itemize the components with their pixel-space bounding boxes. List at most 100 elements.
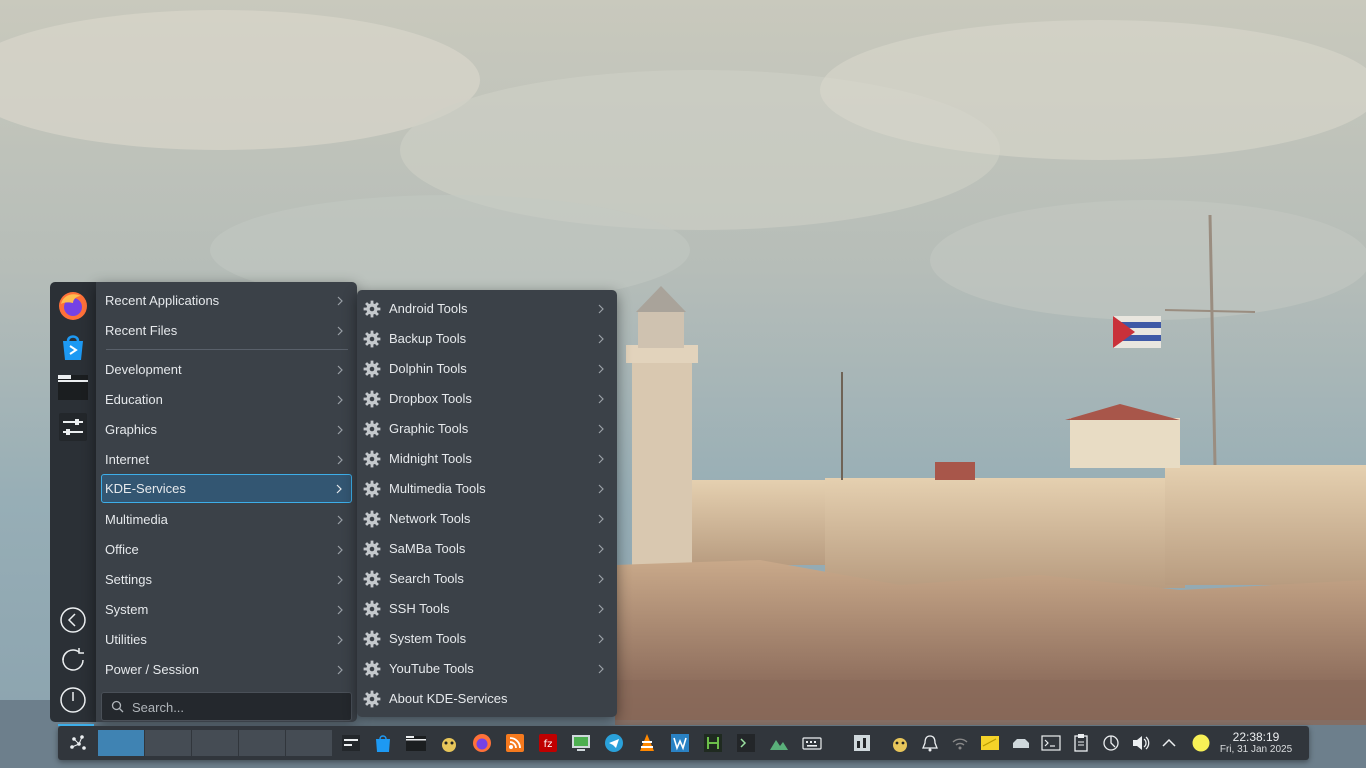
submenu-item-about-kde-services[interactable]: About KDE-Services: [361, 684, 613, 714]
chevron-right-icon: [335, 625, 345, 654]
digital-clock[interactable]: 22:38:19 Fri, 31 Jan 2025: [1211, 731, 1301, 756]
menu-item-settings[interactable]: Settings: [101, 565, 352, 594]
sticky-notes-icon[interactable]: [980, 733, 1000, 753]
submenu-item-youtube-tools[interactable]: YouTube Tools: [361, 654, 613, 684]
virtual-desktop-4[interactable]: [239, 730, 285, 756]
menu-item-multimedia[interactable]: Multimedia: [101, 505, 352, 534]
terminal-tray-icon[interactable]: [1041, 733, 1061, 753]
network-icon[interactable]: [950, 733, 970, 753]
search-input[interactable]: [130, 697, 344, 718]
chevron-right-icon: [596, 444, 606, 474]
gear-icon: [363, 420, 381, 438]
kde-connect-icon[interactable]: [1101, 733, 1121, 753]
submenu-item-label: Midnight Tools: [389, 451, 472, 466]
expand-tray-icon[interactable]: [1159, 733, 1179, 753]
htop-icon[interactable]: [703, 733, 723, 753]
menu-item-system[interactable]: System: [101, 595, 352, 624]
menu-item-kde-services[interactable]: KDE-Services: [101, 474, 352, 503]
task-manager-icon[interactable]: [852, 733, 872, 753]
menu-item-label: Development: [105, 362, 182, 377]
night-light-icon[interactable]: [1191, 733, 1211, 753]
submenu-item-label: System Tools: [389, 631, 467, 646]
volume-icon[interactable]: [1131, 733, 1151, 753]
file-manager-icon[interactable]: [57, 371, 89, 403]
submenu-item-multimedia-tools[interactable]: Multimedia Tools: [361, 474, 613, 504]
submenu-item-network-tools[interactable]: Network Tools: [361, 504, 613, 534]
menu-separator: [106, 349, 348, 350]
virtual-desktop-3[interactable]: [192, 730, 238, 756]
submenu-item-android-tools[interactable]: Android Tools: [361, 294, 613, 324]
virtual-desktop-2[interactable]: [145, 730, 191, 756]
menu-item-label: System: [105, 602, 149, 617]
submenu-item-label: Dropbox Tools: [389, 391, 472, 406]
search-icon: [111, 700, 124, 713]
menu-item-power-session[interactable]: Power / Session: [101, 655, 352, 684]
chevron-right-icon: [596, 504, 606, 534]
menu-item-development[interactable]: Development: [101, 355, 352, 384]
notifications-icon[interactable]: [920, 733, 940, 753]
submenu-item-midnight-tools[interactable]: Midnight Tools: [361, 444, 613, 474]
system-monitor-icon[interactable]: [341, 733, 361, 753]
discover-icon[interactable]: [373, 733, 393, 753]
filezilla-icon[interactable]: fz: [538, 733, 558, 753]
chevron-right-icon: [335, 355, 345, 384]
submenu-item-search-tools[interactable]: Search Tools: [361, 564, 613, 594]
submenu-item-system-tools[interactable]: System Tools: [361, 624, 613, 654]
back-icon[interactable]: [57, 604, 89, 636]
submenu-item-label: Graphic Tools: [389, 421, 469, 436]
submenu-item-ssh-tools[interactable]: SSH Tools: [361, 594, 613, 624]
kde-services-submenu: Android Tools Backup Tools Dolphin Tools Dr…: [357, 290, 617, 717]
submenu-item-label: Search Tools: [389, 571, 464, 586]
submenu-item-dolphin-tools[interactable]: Dolphin Tools: [361, 354, 613, 384]
chevron-right-icon: [335, 415, 345, 444]
image-viewer-icon[interactable]: [769, 733, 789, 753]
discover-store-icon[interactable]: [57, 331, 89, 363]
gear-icon: [363, 300, 381, 318]
virtual-keyboard-icon[interactable]: [802, 733, 822, 753]
taskbar-panel: fz 22:38:19 Fri, 31 Jan 2025: [58, 724, 1309, 760]
menu-item-label: Settings: [105, 572, 152, 587]
submenu-item-label: Dolphin Tools: [389, 361, 467, 376]
menu-item-internet[interactable]: Internet: [101, 445, 352, 474]
menu-item-label: Office: [105, 542, 139, 557]
ktuberling-tray-icon[interactable]: [890, 733, 910, 753]
svg-text:fz: fz: [544, 739, 553, 750]
menu-item-recent-files[interactable]: Recent Files: [101, 316, 352, 345]
ktuberling-icon[interactable]: [439, 733, 459, 753]
firefox-icon[interactable]: [472, 733, 492, 753]
clock-time: 22:38:19: [1232, 730, 1280, 744]
menu-item-education[interactable]: Education: [101, 385, 352, 414]
gear-icon: [363, 570, 381, 588]
vlc-icon[interactable]: [637, 733, 657, 753]
menu-item-office[interactable]: Office: [101, 535, 352, 564]
remote-desktop-icon[interactable]: [571, 733, 591, 753]
application-menu: Recent Applications Recent Files Develop…: [96, 282, 357, 722]
submenu-item-backup-tools[interactable]: Backup Tools: [361, 324, 613, 354]
gear-icon: [363, 390, 381, 408]
submenu-item-label: YouTube Tools: [389, 661, 474, 676]
chevron-right-icon: [335, 445, 345, 474]
restart-icon[interactable]: [57, 644, 89, 676]
rss-reader-icon[interactable]: [505, 733, 525, 753]
menu-item-utilities[interactable]: Utilities: [101, 625, 352, 654]
storage-icon[interactable]: [1011, 733, 1031, 753]
clipboard-icon[interactable]: [1071, 733, 1091, 753]
submenu-item-dropbox-tools[interactable]: Dropbox Tools: [361, 384, 613, 414]
virtual-desktop-1[interactable]: [98, 730, 144, 756]
menu-item-graphics[interactable]: Graphics: [101, 415, 352, 444]
file-manager-icon[interactable]: [406, 733, 426, 753]
power-icon[interactable]: [57, 684, 89, 716]
virtual-desktop-5[interactable]: [286, 730, 332, 756]
system-settings-icon[interactable]: [57, 411, 89, 443]
application-launcher-icon[interactable]: [63, 729, 93, 757]
gear-icon: [363, 690, 381, 708]
menu-item-recent-applications[interactable]: Recent Applications: [101, 286, 352, 315]
telegram-icon[interactable]: [604, 733, 624, 753]
firefox-icon[interactable]: [57, 290, 89, 322]
terminal-icon[interactable]: [736, 733, 756, 753]
kwrite-icon[interactable]: [670, 733, 690, 753]
submenu-item-graphic-tools[interactable]: Graphic Tools: [361, 414, 613, 444]
search-box[interactable]: [101, 692, 352, 721]
chevron-right-icon: [335, 316, 345, 345]
submenu-item-samba-tools[interactable]: SaMBa Tools: [361, 534, 613, 564]
